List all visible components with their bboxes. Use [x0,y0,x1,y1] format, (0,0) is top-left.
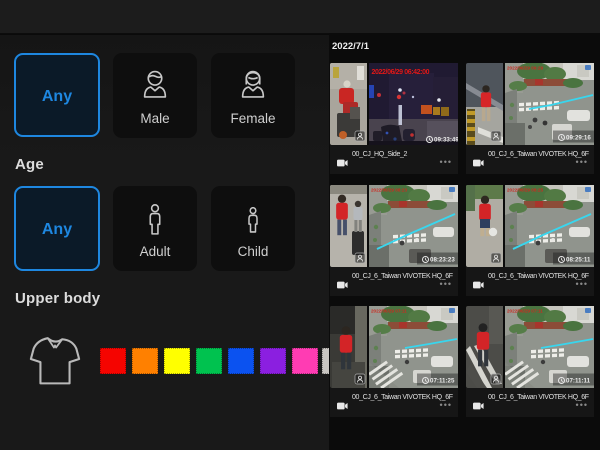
svg-text:07:11:25: 07:11:25 [430,378,455,385]
svg-text:09:29:16: 09:29:16 [566,135,591,142]
svg-text:2022/06/29 08:23: 2022/06/29 08:23 [371,187,407,192]
svg-text:08:25:11: 08:25:11 [566,256,591,263]
svg-text:2022/06/29 09:29: 2022/06/29 09:29 [507,66,543,71]
svg-text:09:33:49: 09:33:49 [434,137,458,144]
svg-text:2022/06/29 07:11: 2022/06/29 07:11 [371,309,407,314]
svg-text:2022/06/29 08:25: 2022/06/29 08:25 [507,187,543,192]
svg-text:08:23:23: 08:23:23 [430,256,455,263]
svg-text:07:11:11: 07:11:11 [566,378,591,385]
svg-text:2022/06/29 07:11: 2022/06/29 07:11 [507,309,543,314]
svg-text:2022/06/29 06:42:00: 2022/06/29 06:42:00 [372,69,430,76]
